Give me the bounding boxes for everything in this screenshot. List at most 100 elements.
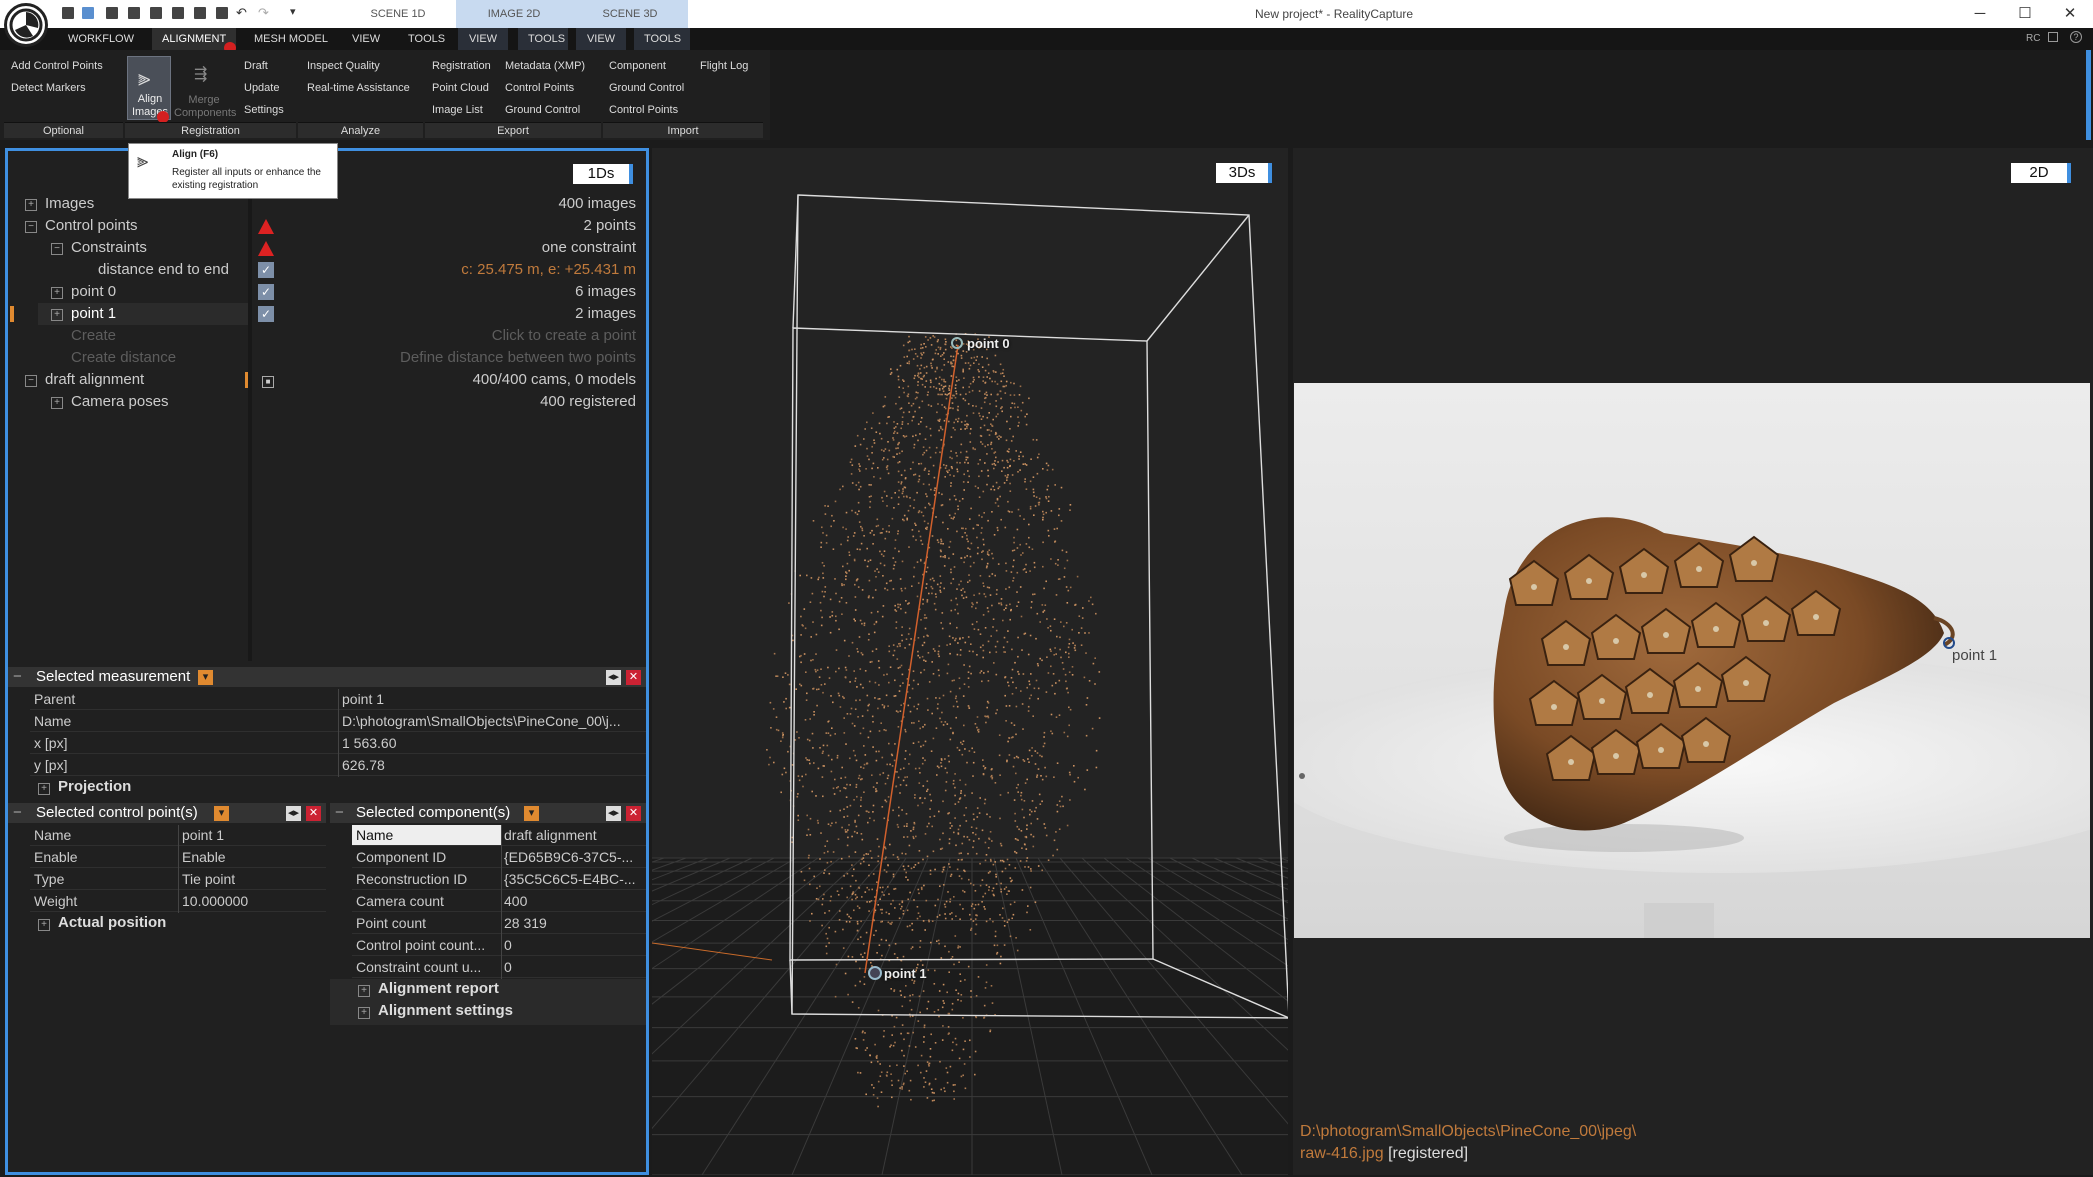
expand-icon[interactable]: +	[25, 199, 37, 211]
inspect-quality-button[interactable]: Inspect Quality	[307, 60, 380, 72]
layout-icon[interactable]	[194, 7, 206, 19]
tab-scene-3d[interactable]: SCENE 3D	[572, 0, 688, 28]
menu-scene-tools[interactable]: TOOLS	[634, 28, 690, 50]
section-alignment-settings[interactable]: Alignment settings	[378, 1001, 513, 1021]
add-control-points-button[interactable]: Add Control Points	[11, 60, 103, 72]
value-camera-poses: 400 registered	[540, 393, 636, 410]
app-logo[interactable]	[4, 3, 48, 47]
section-alignment-report[interactable]: Alignment report	[378, 979, 499, 999]
collapse-icon[interactable]: −	[13, 667, 22, 687]
minimize-button[interactable]: ─	[1960, 3, 2000, 25]
scene-3d-view[interactable]: point 0 point 1 3Ds	[652, 148, 1288, 1175]
tree-item-constraints[interactable]: Constraints	[71, 237, 147, 259]
collapse-icon[interactable]: −	[51, 243, 63, 255]
pin-icon[interactable]: ▾	[214, 806, 229, 821]
collapse-icon[interactable]: −	[335, 803, 344, 823]
menu-image-view[interactable]: VIEW	[458, 28, 508, 50]
collapse-icon[interactable]: −	[25, 221, 37, 233]
settings-button[interactable]: Settings	[244, 104, 284, 116]
tree-item-point-0[interactable]: point 0	[71, 281, 116, 303]
component-icon[interactable]: ■	[262, 376, 274, 388]
checkbox-point-0[interactable]: ✓	[258, 284, 274, 300]
swap-icon[interactable]: ◂▸	[606, 806, 621, 821]
maximize-button[interactable]: ☐	[2005, 3, 2045, 25]
value-draft-alignment: 400/400 cams, 0 models	[472, 371, 636, 388]
minimize-ribbon-icon[interactable]	[2048, 32, 2058, 42]
column-divider	[338, 689, 339, 777]
import-ground-control-button[interactable]: Ground Control	[609, 82, 684, 94]
title-bar: ↶ ↷ ▾ SCENE 1D IMAGE 2D SCENE 3D New pro…	[0, 0, 2093, 47]
swap-icon[interactable]: ◂▸	[286, 806, 301, 821]
layout-icon[interactable]	[62, 7, 74, 19]
close-icon[interactable]: ✕	[626, 806, 641, 821]
layout-icon[interactable]	[128, 7, 140, 19]
undo-icon[interactable]: ↶	[236, 5, 247, 21]
warning-icon	[258, 219, 274, 234]
tree-item-point-1[interactable]: point 1	[71, 303, 116, 325]
menu-scene-view[interactable]: VIEW	[576, 28, 626, 50]
tree-item-create[interactable]: Create	[71, 325, 116, 347]
import-flight-log-button[interactable]: Flight Log	[700, 60, 748, 72]
menu-tools[interactable]: TOOLS	[398, 28, 455, 50]
export-control-points-button[interactable]: Control Points	[505, 82, 574, 94]
export-image-list-button[interactable]: Image List	[432, 104, 483, 116]
draft-button[interactable]: Draft	[244, 60, 268, 72]
point-0-marker[interactable]	[951, 337, 963, 349]
menu-mesh-model[interactable]: MESH MODEL	[244, 28, 338, 50]
merge-components-button[interactable]: ⇶ Merge Components	[174, 58, 236, 120]
section-actual-position[interactable]: Actual position	[58, 913, 166, 933]
expand-icon[interactable]: +	[51, 309, 63, 321]
tree-item-images[interactable]: Images	[45, 193, 94, 215]
image-2d-view[interactable]: 2D point 1 D:\photogram\SmallObjects\Pin…	[1293, 148, 2093, 1175]
tree-item-camera-poses[interactable]: Camera poses	[71, 391, 169, 413]
import-control-points-button[interactable]: Control Points	[609, 104, 678, 116]
quick-access-dropdown-icon[interactable]: ▾	[290, 5, 296, 18]
tree-item-create-distance[interactable]: Create distance	[71, 347, 176, 369]
menu-workflow[interactable]: WORKFLOW	[58, 28, 144, 50]
point-1-marker[interactable]	[868, 966, 882, 980]
tab-scene-1d[interactable]: SCENE 1D	[340, 0, 456, 28]
component-panel-header: − Selected component(s) ▾ ◂▸ ✕	[330, 803, 646, 823]
close-button[interactable]: ✕	[2050, 3, 2090, 25]
export-metadata-button[interactable]: Metadata (XMP)	[505, 60, 585, 72]
expand-icon[interactable]: +	[358, 985, 370, 997]
collapse-icon[interactable]: −	[13, 803, 22, 823]
close-icon[interactable]: ✕	[626, 670, 641, 685]
expand-icon[interactable]: +	[358, 1007, 370, 1019]
export-ground-control-button[interactable]: Ground Control	[505, 104, 580, 116]
expand-icon[interactable]: +	[51, 287, 63, 299]
redo-icon[interactable]: ↷	[258, 5, 269, 21]
checkbox-distance[interactable]: ✓	[258, 262, 274, 278]
pin-icon[interactable]: ▾	[524, 806, 539, 821]
tab-image-2d[interactable]: IMAGE 2D	[456, 0, 572, 28]
swap-icon[interactable]: ◂▸	[606, 670, 621, 685]
tree-item-draft-alignment[interactable]: draft alignment	[45, 369, 144, 391]
realtime-assistance-button[interactable]: Real-time Assistance	[307, 82, 410, 94]
layout-icon[interactable]	[150, 7, 162, 19]
import-component-button[interactable]: Component	[609, 60, 666, 72]
menu-image-tools[interactable]: TOOLS	[518, 28, 568, 50]
section-projection[interactable]: Projection	[58, 777, 131, 797]
collapse-icon[interactable]: −	[25, 375, 37, 387]
pin-icon[interactable]: ▾	[198, 670, 213, 685]
window-title: New project* - RealityCapture	[1255, 7, 1414, 21]
checkbox-point-1[interactable]: ✓	[258, 306, 274, 322]
export-registration-button[interactable]: Registration	[432, 60, 491, 72]
layout-icon[interactable]	[172, 7, 184, 19]
tree-item-control-points[interactable]: Control points	[45, 215, 138, 237]
help-icon[interactable]: ?	[2070, 31, 2082, 43]
layout-icon[interactable]	[106, 7, 118, 19]
detect-markers-button[interactable]: Detect Markers	[11, 82, 86, 94]
layout-icon[interactable]	[216, 7, 228, 19]
ribbon-scrollbar[interactable]	[2086, 50, 2091, 140]
close-icon[interactable]: ✕	[306, 806, 321, 821]
layout-icon[interactable]	[82, 7, 94, 19]
tree-item-distance[interactable]: distance end to end	[98, 259, 229, 281]
expand-icon[interactable]: +	[38, 919, 50, 931]
menu-view[interactable]: VIEW	[342, 28, 390, 50]
expand-icon[interactable]: +	[38, 783, 50, 795]
export-point-cloud-button[interactable]: Point Cloud	[432, 82, 489, 94]
expand-icon[interactable]: +	[51, 397, 63, 409]
component-row-control-point-count: Control point count... 0	[352, 935, 646, 956]
update-button[interactable]: Update	[244, 82, 279, 94]
